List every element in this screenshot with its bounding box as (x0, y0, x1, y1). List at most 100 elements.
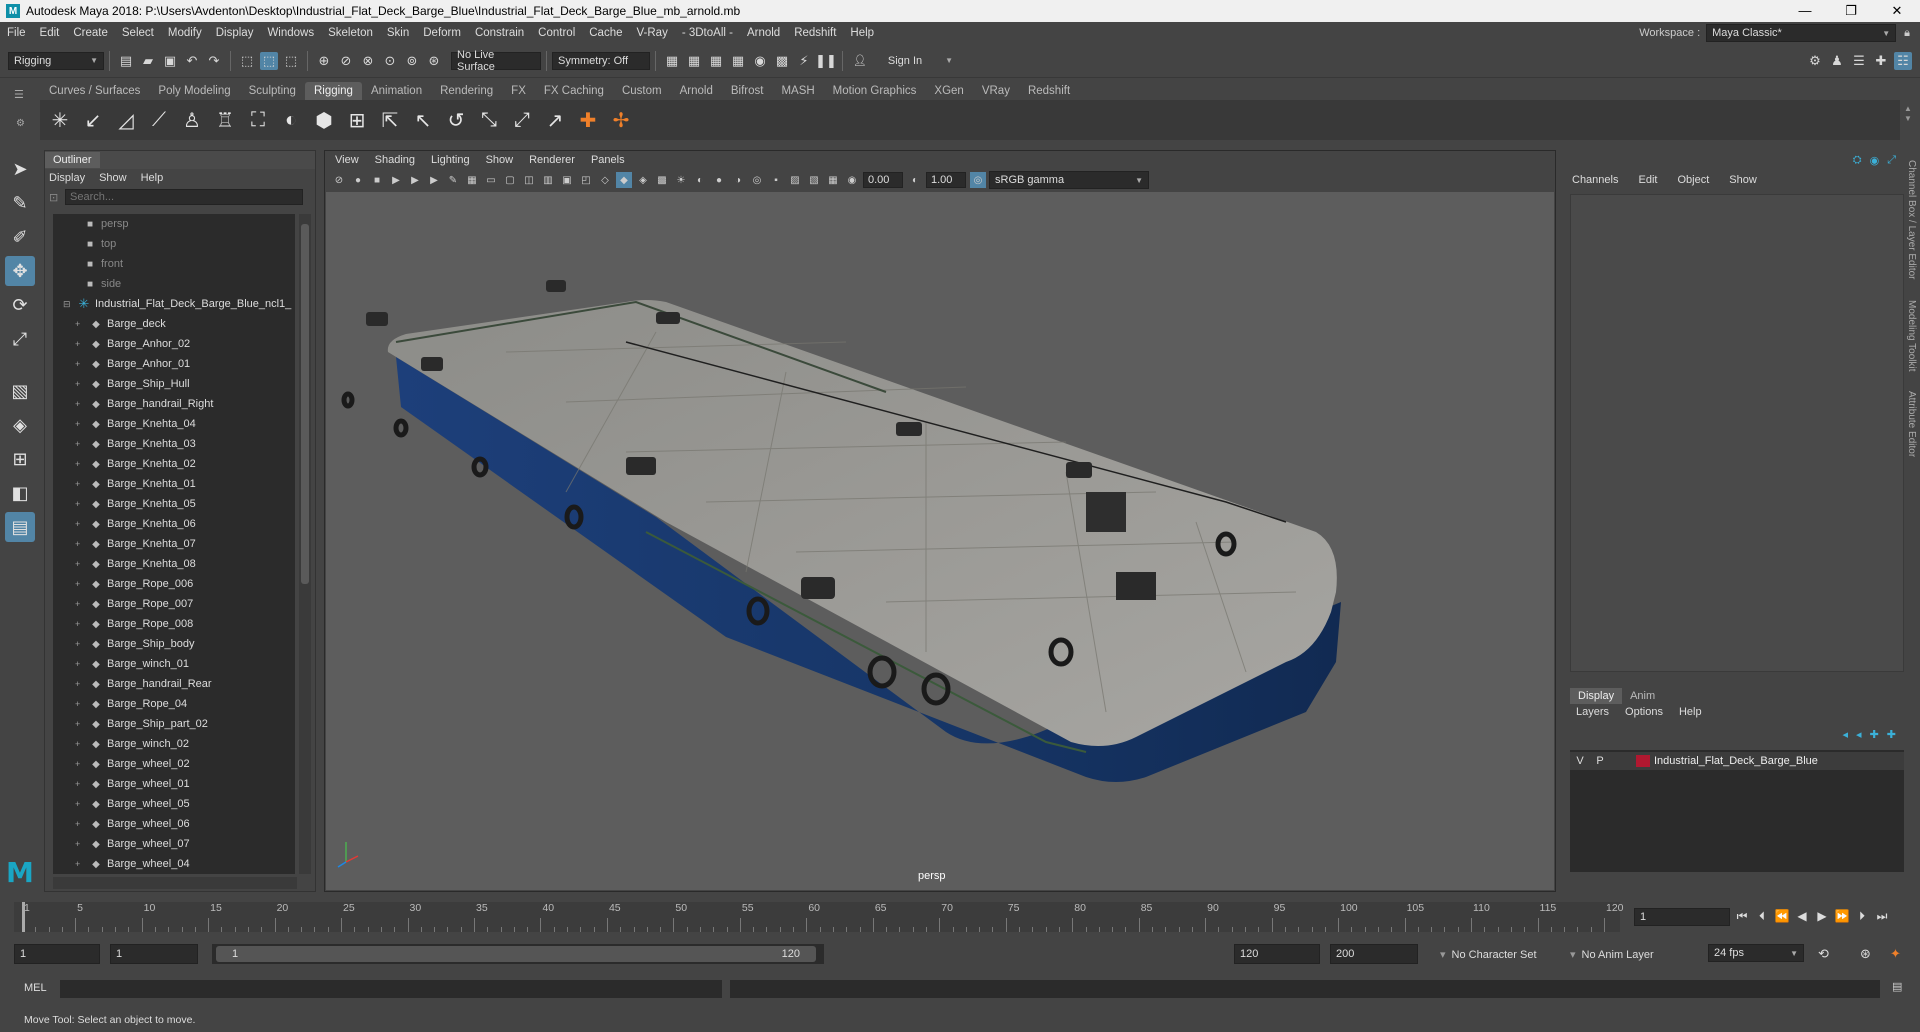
expand-icon[interactable]: + (75, 799, 85, 809)
list-item[interactable]: + ◆ Barge_Knehta_05 (53, 494, 295, 514)
wireframe-on-shaded-icon[interactable]: ◈ (635, 172, 651, 188)
side-tab-modeling-toolkit[interactable]: Modeling Toolkit (1906, 300, 1917, 372)
anim-end-field[interactable]: 200 (1330, 944, 1418, 964)
layer-color-swatch[interactable] (1636, 755, 1650, 767)
list-item[interactable]: + ◆ Barge_winch_02 (53, 734, 295, 754)
cb-menu-show[interactable]: Show (1729, 174, 1757, 186)
last-tool-icon[interactable]: ▧ (5, 376, 35, 406)
channel-list[interactable] (1570, 194, 1904, 672)
list-item[interactable]: + ◆ Barge_wheel_06 (53, 814, 295, 834)
isolate-select-icon[interactable]: ▪ (768, 172, 784, 188)
list-item[interactable]: + ◆ Barge_deck (53, 314, 295, 334)
cb-menu-object[interactable]: Object (1677, 174, 1709, 186)
joint-tool-icon[interactable]: ✳︎ (46, 106, 74, 134)
expand-icon[interactable]: + (75, 699, 85, 709)
play-forward-icon[interactable]: ▶ (1812, 909, 1832, 923)
aim-constraint-icon[interactable]: ↖ (409, 106, 437, 134)
range-start-inner-field[interactable]: 1 (110, 944, 198, 964)
gate-mask-icon[interactable]: ◫ (521, 172, 537, 188)
menu-create[interactable]: Create (66, 27, 115, 39)
select-component-icon[interactable]: ⬚ (282, 52, 300, 70)
smooth-shade-icon[interactable]: ◆ (616, 172, 632, 188)
list-item[interactable]: + ◆ Barge_Knehta_01 (53, 474, 295, 494)
exposure-field[interactable]: 0.00 (863, 172, 903, 188)
menu-deform[interactable]: Deform (416, 27, 468, 39)
channel-box-icon-2[interactable]: ◉ (1870, 154, 1880, 167)
cluster-handle-icon[interactable]: ✢ (607, 106, 635, 134)
cluster-icon[interactable]: ⊞ (343, 106, 371, 134)
shelf-tab-custom[interactable]: Custom (613, 82, 671, 100)
parent-constraint-icon[interactable]: ⤢ (508, 106, 536, 134)
menu-select[interactable]: Select (115, 27, 161, 39)
layer-visibility-toggle[interactable]: V (1570, 755, 1590, 767)
xray-joints-icon[interactable]: ▧ (806, 172, 822, 188)
list-item[interactable]: + ◆ Barge_wheel_07 (53, 834, 295, 854)
viewport-canvas[interactable]: persp (326, 192, 1554, 890)
range-start-field[interactable]: 1 (14, 944, 100, 964)
shelf-tab-xgen[interactable]: XGen (925, 82, 972, 100)
list-item[interactable]: + ◆ Barge_Rope_006 (53, 574, 295, 594)
expand-icon[interactable]: + (75, 839, 85, 849)
expand-icon[interactable]: + (75, 539, 85, 549)
expand-icon[interactable]: + (75, 659, 85, 669)
expand-icon[interactable]: + (75, 439, 85, 449)
select-tool-icon[interactable]: ➤ (5, 154, 35, 184)
menu-redshift[interactable]: Redshift (787, 27, 843, 39)
anim-prefs-icon[interactable]: ✦ (1890, 946, 1901, 962)
cb-menu-edit[interactable]: Edit (1638, 174, 1657, 186)
channel-box-icon-1[interactable]: ⛭ (1853, 154, 1862, 167)
layer-playback-toggle[interactable]: P (1590, 755, 1610, 767)
cb-menu-channels[interactable]: Channels (1572, 174, 1618, 186)
xray-icon[interactable]: ▨ (787, 172, 803, 188)
render-view-icon[interactable]: ▦ (663, 52, 681, 70)
shelf-tab-sculpting[interactable]: Sculpting (240, 82, 305, 100)
snap-curve-icon[interactable]: ⊘ (337, 52, 355, 70)
save-scene-icon[interactable]: ▣ (161, 52, 179, 70)
list-item[interactable]: + ◆ Barge_Knehta_08 (53, 554, 295, 574)
redshift-render-icon[interactable]: ⚡︎ (795, 52, 813, 70)
modeling-toolkit-icon[interactable]: ⚙︎ (1806, 52, 1824, 70)
anim-layer-dropdown[interactable]: ▾ No Anim Layer (1570, 948, 1654, 961)
expand-icon[interactable]: + (75, 339, 85, 349)
arnold-render-icon[interactable]: ▩ (773, 52, 791, 70)
command-language-label[interactable]: MEL (24, 982, 47, 994)
shelf-tab-animation[interactable]: Animation (362, 82, 431, 100)
bookmark-icon[interactable]: ▶ (388, 172, 404, 188)
camera-attributes-icon[interactable]: ■ (369, 172, 385, 188)
expand-icon[interactable]: + (75, 419, 85, 429)
current-time-marker[interactable] (22, 902, 25, 932)
list-item[interactable]: + ◆ Barge_wheel_01 (53, 774, 295, 794)
filter-icon[interactable]: ⊡ (49, 191, 65, 204)
expand-icon[interactable]: + (75, 739, 85, 749)
film-gate-icon[interactable]: ▭ (483, 172, 499, 188)
expand-icon[interactable]: + (75, 619, 85, 629)
expand-icon[interactable]: + (75, 859, 85, 869)
snap-pivot-icon[interactable]: ⊛ (425, 52, 443, 70)
snap-point-icon[interactable]: ⊗ (359, 52, 377, 70)
attribute-editor-icon[interactable]: ☰ (1850, 52, 1868, 70)
shelf-tab-bifrost[interactable]: Bifrost (722, 82, 773, 100)
gamma-icon[interactable]: ◐ (907, 172, 923, 188)
side-tab-attribute-editor[interactable]: Attribute Editor (1906, 391, 1917, 457)
auto-key-icon[interactable]: ⊛ (1860, 946, 1871, 962)
collapse-icon[interactable]: ⊟ (63, 299, 73, 310)
loop-icon[interactable]: ⟲ (1818, 946, 1829, 962)
exposure-icon[interactable]: ◉ (844, 172, 860, 188)
menu-constrain[interactable]: Constrain (468, 27, 531, 39)
expand-icon[interactable]: + (75, 479, 85, 489)
safe-action-icon[interactable]: ▣ (559, 172, 575, 188)
shelf-tab-mash[interactable]: MASH (772, 82, 823, 100)
wireframe-icon[interactable]: ◇ (597, 172, 613, 188)
list-item[interactable]: + ◆ Barge_Anhor_02 (53, 334, 295, 354)
point-constraint-icon[interactable]: ⇱ (376, 106, 404, 134)
fps-dropdown[interactable]: 24 fps ▼ (1708, 944, 1804, 962)
single-perspective-icon[interactable]: ◈ (5, 410, 35, 440)
layer-menu-layers[interactable]: Layers (1576, 706, 1609, 718)
expand-icon[interactable]: + (75, 759, 85, 769)
menu-file[interactable]: File (0, 27, 33, 39)
list-item[interactable]: + ◆ Barge_Rope_04 (53, 694, 295, 714)
two-d-pan-icon[interactable]: ▶ (426, 172, 442, 188)
menu-vray[interactable]: V-Ray (630, 27, 675, 39)
vp-menu-renderer[interactable]: Renderer (529, 154, 575, 166)
list-item[interactable]: + ◆ Barge_Ship_body (53, 634, 295, 654)
